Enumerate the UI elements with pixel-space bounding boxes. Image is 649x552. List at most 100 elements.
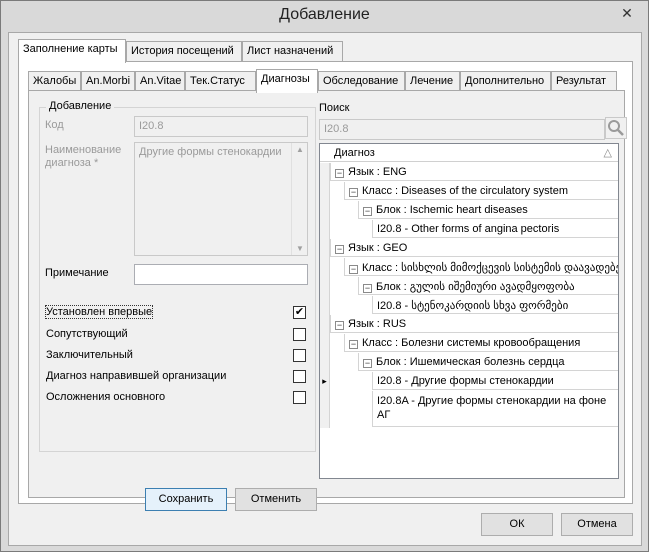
diagnoses-panel: Добавление Код I20.8 Наименование диагно… bbox=[28, 90, 627, 511]
checkbox-box[interactable] bbox=[293, 349, 306, 362]
collapse-icon[interactable]: − bbox=[363, 207, 372, 216]
diagnosis-tree[interactable]: Диагноз △ − Язык : ENG − Класс : Diseases o… bbox=[319, 143, 619, 479]
add-diagnosis-group: Добавление Код I20.8 Наименование диагно… bbox=[39, 100, 316, 452]
tree-header-label: Диагноз bbox=[334, 147, 375, 159]
tree-row-label: Язык : GEO bbox=[348, 242, 408, 254]
title-bar[interactable]: Добавление ✕ bbox=[1, 1, 648, 32]
tree-row-label: I20.8 - Другие формы стенокардии bbox=[377, 375, 554, 387]
close-icon[interactable]: ✕ bbox=[612, 3, 642, 23]
diagnosis-name-field[interactable]: Другие формы стенокардии ▲ ▼ bbox=[134, 142, 308, 256]
tab-treatment[interactable]: Лечение bbox=[405, 71, 460, 92]
code-field[interactable]: I20.8 bbox=[134, 116, 308, 137]
scroll-down-icon[interactable]: ▼ bbox=[292, 244, 308, 253]
tree-group-row[interactable]: − Блок : Ишемическая болезнь сердца bbox=[358, 353, 618, 371]
window-title: Добавление bbox=[279, 6, 370, 23]
tree-leaf-row[interactable]: I20.8 - სტენოკარდიის სხვა ფორმები bbox=[372, 296, 618, 314]
tree-group-row[interactable]: − Язык : GEO bbox=[330, 239, 618, 257]
checkbox-complication[interactable]: Осложнения основного bbox=[46, 389, 308, 407]
collapse-icon[interactable]: − bbox=[335, 245, 344, 254]
dialog-window: Добавление ✕ Заполнение карты История по… bbox=[0, 0, 649, 552]
search-label: Поиск bbox=[319, 102, 350, 114]
row-header bbox=[320, 163, 330, 182]
checkbox-concomitant[interactable]: Сопутствующий bbox=[46, 326, 308, 344]
tree-group-row[interactable]: − Блок : გულის იშემიური ავადმყოფობა bbox=[358, 277, 618, 295]
collapse-icon[interactable]: − bbox=[363, 359, 372, 368]
row-header bbox=[320, 182, 330, 201]
tree-group-row[interactable]: − Класс : Болезни системы кровообращения bbox=[344, 334, 618, 352]
dialog-client: Заполнение карты История посещений Лист … bbox=[8, 32, 642, 546]
checkbox-label: Диагноз направившей организации bbox=[46, 370, 227, 382]
tree-row-label: I20.8A - Другие формы стенокардии на фон… bbox=[377, 395, 607, 421]
diagnosis-name-label: Наименование диагноза * bbox=[45, 144, 122, 169]
collapse-icon[interactable]: − bbox=[349, 340, 358, 349]
scroll-up-icon[interactable]: ▲ bbox=[292, 145, 308, 154]
tree-row-label: Блок : Ишемическая болезнь сердца bbox=[376, 356, 565, 368]
current-row-indicator: ▸ bbox=[320, 372, 330, 391]
checkbox-box[interactable] bbox=[293, 391, 306, 404]
row-header bbox=[320, 220, 330, 239]
diagnosis-name-value: Другие формы стенокардии bbox=[139, 146, 282, 158]
tree-row-label: Класс : სისხლის მიმოქცევის სისტემის დაავ… bbox=[362, 262, 618, 274]
tab-diagnoses[interactable]: Диагнозы bbox=[256, 69, 318, 93]
row-header bbox=[320, 258, 330, 277]
collapse-icon[interactable]: − bbox=[363, 284, 372, 293]
collapse-icon[interactable]: − bbox=[335, 169, 344, 178]
row-header bbox=[320, 277, 330, 296]
collapse-icon[interactable]: − bbox=[349, 188, 358, 197]
tree-row-label: Класс : Diseases of the circulatory syst… bbox=[362, 185, 569, 197]
note-label: Примечание bbox=[45, 267, 109, 279]
cancel-button[interactable]: Отмена bbox=[561, 513, 633, 536]
tree-header[interactable]: Диагноз △ bbox=[320, 144, 618, 162]
tab-result[interactable]: Результат bbox=[551, 71, 617, 92]
checkbox-label: Осложнения основного bbox=[46, 391, 166, 403]
checkbox-box[interactable] bbox=[293, 370, 306, 383]
search-button[interactable] bbox=[605, 117, 627, 139]
checkbox-first-established[interactable]: Установлен впервые ✔ bbox=[44, 304, 308, 322]
note-field[interactable] bbox=[134, 264, 308, 285]
tree-row-label: I20.8 - Other forms of angina pectoris bbox=[377, 223, 560, 235]
tab-current-status[interactable]: Тек.Статус bbox=[185, 71, 256, 92]
tab-an-vitae[interactable]: An.Vitae bbox=[135, 71, 185, 92]
tab-complaints[interactable]: Жалобы bbox=[28, 71, 81, 92]
tab-an-morbi[interactable]: An.Morbi bbox=[81, 71, 135, 92]
tree-leaf-row[interactable]: I20.8 - Other forms of angina pectoris bbox=[372, 220, 618, 238]
tree-group-row[interactable]: − Блок : Ischemic heart diseases bbox=[358, 201, 618, 219]
checkbox-referring-org[interactable]: Диагноз направившей организации bbox=[46, 368, 308, 386]
tab-examination[interactable]: Обследование bbox=[318, 71, 405, 92]
tab-fill-card[interactable]: Заполнение карты bbox=[18, 39, 126, 63]
cancel-form-button[interactable]: Отменить bbox=[235, 488, 317, 511]
tree-row-label: Язык : RUS bbox=[348, 318, 407, 330]
checkbox-label: Сопутствующий bbox=[46, 328, 128, 340]
ok-button[interactable]: ОК bbox=[481, 513, 553, 536]
tree-group-row[interactable]: − Язык : RUS bbox=[330, 315, 618, 333]
row-header bbox=[320, 296, 330, 315]
search-input[interactable]: I20.8 bbox=[319, 119, 605, 140]
tree-row-label: Класс : Болезни системы кровообращения bbox=[362, 337, 581, 349]
checkbox-label: Установлен впервые bbox=[44, 305, 154, 319]
row-header bbox=[320, 353, 330, 372]
tree-group-row[interactable]: − Язык : ENG bbox=[330, 163, 618, 181]
save-button[interactable]: Сохранить bbox=[145, 488, 227, 511]
checkbox-final[interactable]: Заключительный bbox=[46, 347, 308, 365]
tab-prescriptions[interactable]: Лист назначений bbox=[242, 41, 343, 62]
tree-leaf-row[interactable]: I20.8A - Другие формы стенокардии на фон… bbox=[372, 391, 618, 427]
tab-additional[interactable]: Дополнительно bbox=[460, 71, 551, 92]
tab-visit-history[interactable]: История посещений bbox=[126, 41, 242, 62]
checkbox-box[interactable] bbox=[293, 328, 306, 341]
search-icon bbox=[608, 120, 624, 136]
row-header bbox=[320, 315, 330, 334]
fill-card-panel: Жалобы An.Morbi An.Vitae Тек.Статус Диаг… bbox=[18, 61, 633, 511]
tree-group-row[interactable]: − Класс : სისხლის მიმოქცევის სისტემის დაა… bbox=[344, 258, 618, 276]
checkbox-label: Заключительный bbox=[46, 349, 133, 361]
collapse-icon[interactable]: − bbox=[349, 265, 358, 274]
tree-row-label: Блок : გულის იშემიური ავადმყოფობა bbox=[376, 281, 575, 293]
row-header bbox=[320, 391, 330, 428]
row-header bbox=[320, 201, 330, 220]
tree-leaf-row[interactable]: I20.8 - Другие формы стенокардии bbox=[372, 372, 618, 390]
code-label: Код bbox=[45, 119, 64, 131]
name-scrollbar[interactable]: ▲ ▼ bbox=[291, 143, 307, 255]
check-icon[interactable]: ✔ bbox=[293, 306, 306, 319]
sort-asc-icon[interactable]: △ bbox=[604, 146, 612, 159]
collapse-icon[interactable]: − bbox=[335, 321, 344, 330]
tree-group-row[interactable]: − Класс : Diseases of the circulatory sys… bbox=[344, 182, 618, 200]
